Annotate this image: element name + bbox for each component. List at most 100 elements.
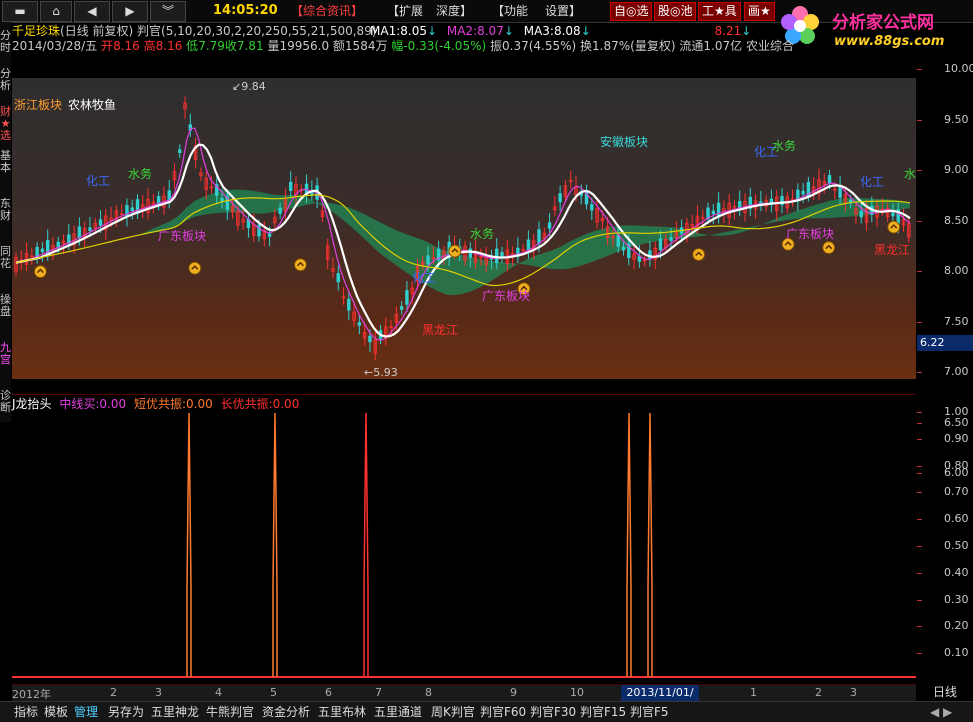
sector-annotation: 化工 <box>860 175 884 189</box>
ma1-value: 8.05 <box>400 24 427 38</box>
candle-body <box>40 248 45 253</box>
ma2-value: 8.07 <box>477 24 504 38</box>
candle-body <box>590 204 594 211</box>
stock-name: 千足珍珠 <box>12 24 61 38</box>
menu-extend[interactable]: 【扩展 <box>387 2 423 20</box>
float-value: 流通1.07亿 <box>679 39 743 53</box>
tab-wuli-bollinger[interactable]: 五里布林 <box>318 704 366 720</box>
buy-signal-icon <box>822 241 836 255</box>
price-chart-panel[interactable]: 化工水务广东板块水务化工广东板块黑龙江安徽板块化工水务广东板块化工水黑龙江×××… <box>12 78 916 379</box>
tab-wuli-channel[interactable]: 五里通道 <box>374 704 422 720</box>
candle-body <box>468 248 473 258</box>
high-value: 8.16 <box>155 39 183 53</box>
tag-stock-pool[interactable]: 股◎池 <box>654 2 697 21</box>
indicator-tick-label: 0.20 <box>944 619 969 633</box>
current-price-badge: 6.22 <box>917 335 973 351</box>
tab-panguan-f60[interactable]: 判官F60 <box>480 704 526 720</box>
stock-desc: (日线 前复权) <box>60 24 134 38</box>
tag-tools[interactable]: 工★具 <box>698 2 741 21</box>
left-tab-tonghua[interactable]: 同花 <box>0 246 11 270</box>
sector-value: 农业综合 <box>745 39 794 53</box>
site-logo: 分析家公式网 www.88gs.com <box>778 0 973 56</box>
home-icon[interactable]: ⌂ <box>40 1 72 22</box>
candle-body <box>616 234 620 247</box>
forward-icon[interactable]: ▶ <box>112 1 148 22</box>
signal-spike <box>363 412 369 677</box>
menu-depth[interactable]: 深度】 <box>436 2 472 20</box>
indicator-legend: J龙抬头 中线买:0.00 短优共振:0.00 长优共振:0.00 <box>12 397 300 411</box>
candle-body <box>716 202 721 218</box>
tab-panguan-f30[interactable]: 判官F30 <box>530 704 576 720</box>
close-value: 7.81 <box>236 39 264 53</box>
indicator-panel[interactable]: J龙抬头 中线买:0.00 短优共振:0.00 长优共振:0.00 <box>12 394 916 685</box>
down-chevron-icon[interactable]: ︾ <box>150 1 186 22</box>
indicator-chart <box>12 412 916 678</box>
indicator-tick-label: 0.60 <box>944 512 969 526</box>
tab-panguan-f5[interactable]: 判官F5 <box>630 704 669 720</box>
board-label-2: 农林牧鱼 <box>68 98 117 112</box>
ma1-label: MA1: <box>370 24 401 38</box>
long-value: 0.00 <box>272 397 300 411</box>
back-icon[interactable]: ◀ <box>74 1 110 22</box>
signal-spike <box>626 412 632 677</box>
sector-annotation: 水务 <box>470 226 494 241</box>
tab-niuxiong-panguan[interactable]: 牛熊判官 <box>206 704 254 720</box>
tab-manage[interactable]: 管理 <box>74 704 98 720</box>
left-tab-nine-palace[interactable]: 九宫 <box>0 342 11 366</box>
scroll-arrows-icon[interactable]: ◀ ▶ <box>930 705 952 719</box>
sector-annotation: 水 <box>904 167 916 181</box>
tab-wuli-shenlong[interactable]: 五里神龙 <box>151 704 199 720</box>
buy-signal-icon <box>692 248 706 261</box>
candle-body <box>368 335 372 343</box>
period-label[interactable]: 日线 <box>917 684 973 700</box>
formula-params: 判官(5,10,20,30,2,20,250,55,21,500,89) <box>137 24 377 38</box>
clock: 14:05:20 <box>213 3 278 18</box>
left-tab-basic[interactable]: 基本 <box>0 150 11 174</box>
left-tab-operate[interactable]: 操盘 <box>0 294 11 318</box>
left-tab-diagnose[interactable]: 诊断 <box>0 390 11 414</box>
tab-panguan-f15[interactable]: 判官F15 <box>580 704 626 720</box>
left-tab-eastmoney[interactable]: 东财 <box>0 198 11 222</box>
menu-icon[interactable]: ▬ <box>2 1 38 22</box>
indicator-tick <box>917 492 922 494</box>
tag-self-select[interactable]: 自◎选 <box>610 2 653 21</box>
price-tick <box>917 119 922 121</box>
news-menu[interactable]: 【综合资讯】 <box>291 2 363 20</box>
left-tab-intraday[interactable]: 分时 <box>0 30 11 54</box>
menu-function[interactable]: 【功能 <box>492 2 528 20</box>
tab-save-as[interactable]: 另存为 <box>108 704 144 720</box>
candle-body <box>399 306 404 310</box>
candle-body <box>405 290 409 305</box>
candle-body <box>859 210 863 218</box>
indicator-tick <box>917 465 922 467</box>
date-tick-label: 10 <box>570 686 584 699</box>
left-tab-strip: 分时 分析 财★选 基本 东财 同花 操盘 九宫 诊断 <box>0 22 11 422</box>
date-axis: 2012年23456789101112123 2013/11/01/五 <box>12 684 916 715</box>
date-tick-label: 9 <box>510 686 517 699</box>
candle-body <box>558 193 562 203</box>
tag-draw[interactable]: 画★ <box>744 2 775 21</box>
signal-spike <box>647 412 653 677</box>
price-tick-label: 10.00 <box>944 62 973 75</box>
ma3-value: 8.08 <box>553 24 581 38</box>
date-tick-label: 6 <box>325 686 332 699</box>
candle-body <box>357 322 362 326</box>
indicator-tick <box>917 438 922 440</box>
tab-weekly-panguan[interactable]: 周K判官 <box>431 704 475 720</box>
board-label: 浙江板块 <box>14 98 63 112</box>
tab-template[interactable]: 模板 <box>44 704 68 720</box>
quote-date: 2014/03/28/五 <box>12 39 98 53</box>
left-tab-analysis[interactable]: 分析 <box>0 68 11 92</box>
indicator-tick-label: 0.90 <box>944 431 969 445</box>
menu-settings[interactable]: 设置】 <box>545 2 581 20</box>
left-tab-finance-select[interactable]: 财★选 <box>0 106 11 142</box>
tab-indicator[interactable]: 指标 <box>14 704 38 720</box>
tab-fund-analysis[interactable]: 资金分析 <box>262 704 310 720</box>
sector-annotation: 化工 <box>412 271 436 285</box>
buy-signal-icon <box>448 244 462 258</box>
open-value: 8.16 <box>113 39 140 53</box>
candle-body <box>669 237 673 241</box>
candle-body <box>278 207 282 214</box>
candle-body <box>801 190 805 195</box>
price-tick <box>917 69 922 70</box>
